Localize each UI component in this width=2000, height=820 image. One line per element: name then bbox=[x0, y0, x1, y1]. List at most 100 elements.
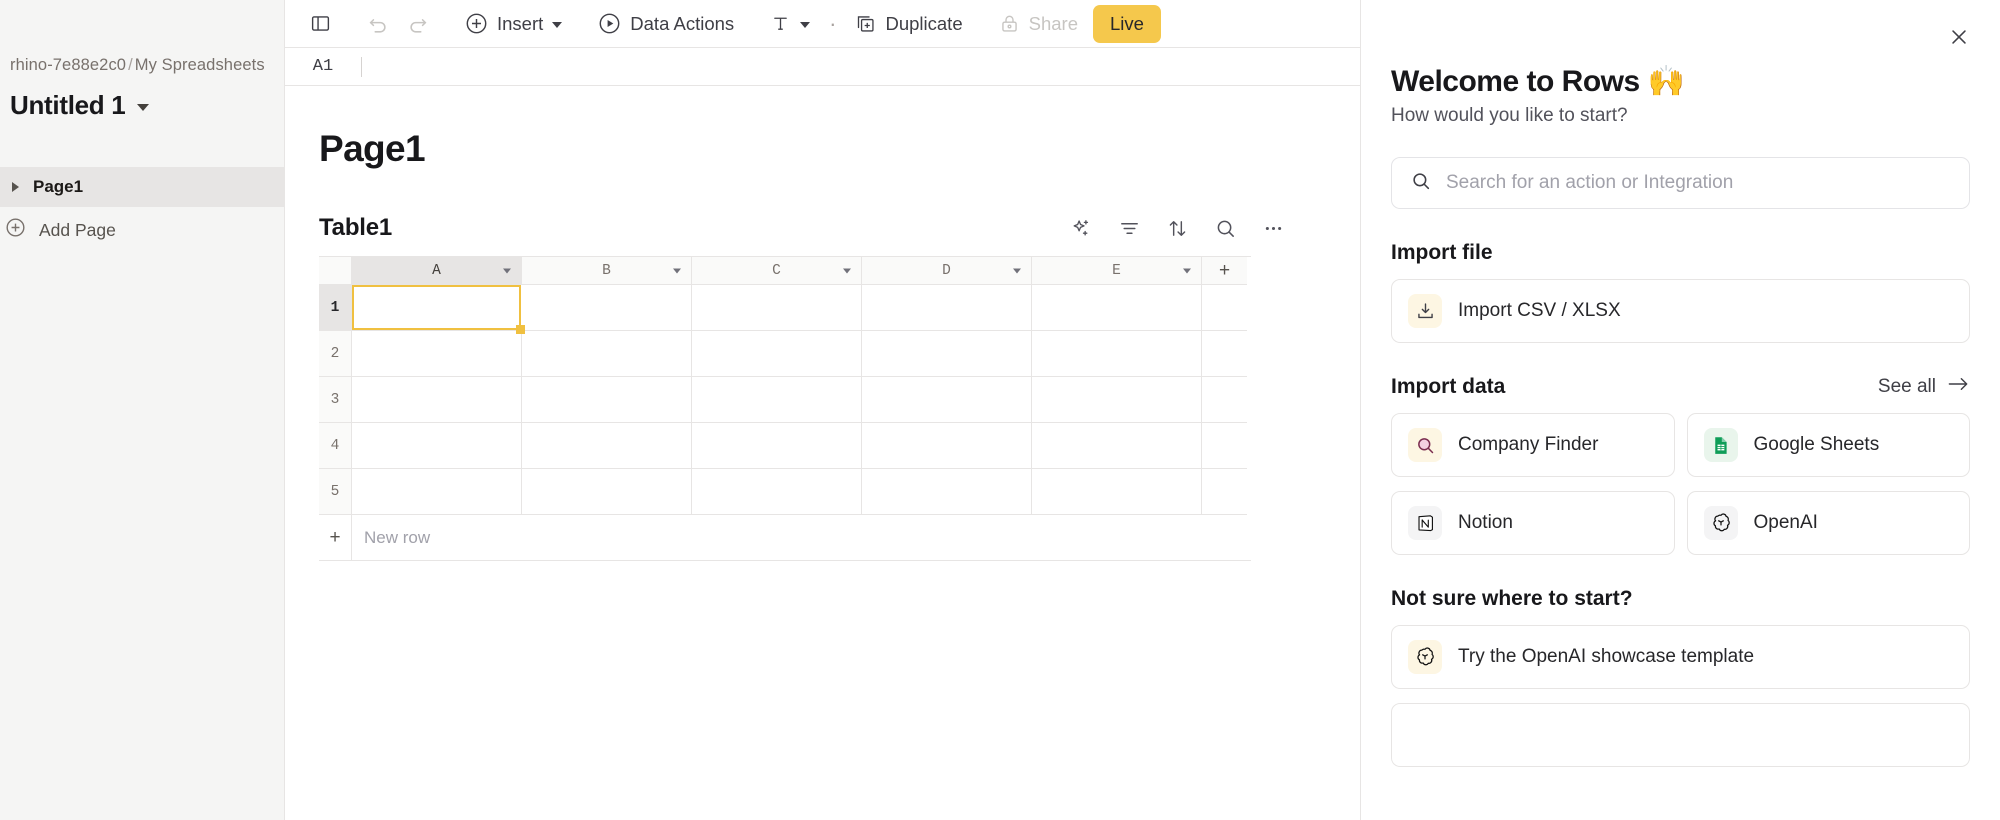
text-format-button[interactable] bbox=[761, 7, 819, 41]
table-row: 5 bbox=[319, 469, 1251, 515]
cell-a5[interactable] bbox=[352, 469, 522, 515]
add-page-label: Add Page bbox=[39, 219, 116, 240]
chevron-down-icon[interactable] bbox=[1013, 268, 1021, 273]
column-header-d[interactable]: D bbox=[862, 257, 1032, 285]
duplicate-button[interactable]: Duplicate bbox=[846, 7, 971, 41]
not-sure-heading: Not sure where to start? bbox=[1391, 587, 1970, 611]
cell-d1[interactable] bbox=[862, 285, 1032, 331]
text-format-icon bbox=[770, 13, 791, 34]
chevron-down-icon[interactable] bbox=[843, 268, 851, 273]
column-header-a[interactable]: A bbox=[352, 257, 522, 285]
undo-arrow-icon bbox=[367, 13, 389, 35]
cell-e4[interactable] bbox=[1032, 423, 1202, 469]
column-header-label: E bbox=[1112, 262, 1121, 279]
cell-d4[interactable] bbox=[862, 423, 1032, 469]
triangle-right-icon[interactable] bbox=[12, 182, 19, 193]
cell-a3[interactable] bbox=[352, 377, 522, 423]
sidebar-toggle-button[interactable] bbox=[301, 7, 340, 41]
chevron-down-icon[interactable] bbox=[137, 104, 150, 112]
see-all-label: See all bbox=[1877, 376, 1936, 397]
ai-sparkle-icon[interactable] bbox=[1068, 215, 1094, 241]
table-row: 1 bbox=[319, 285, 1251, 334]
search-icon[interactable] bbox=[1212, 215, 1238, 241]
cell-e3[interactable] bbox=[1032, 377, 1202, 423]
openai-icon bbox=[1703, 506, 1738, 540]
cell-e1[interactable] bbox=[1032, 285, 1202, 331]
live-button[interactable]: Live bbox=[1093, 4, 1161, 43]
cell-b5[interactable] bbox=[522, 469, 692, 515]
more-options-icon[interactable] bbox=[1260, 215, 1286, 241]
cell-c4[interactable] bbox=[692, 423, 862, 469]
cell-b2[interactable] bbox=[522, 331, 692, 377]
cell-reference[interactable]: A1 bbox=[285, 57, 361, 76]
import-data-row-2: Notion OpenAI bbox=[1391, 477, 1970, 555]
add-page-button[interactable]: Add Page bbox=[0, 207, 284, 253]
table-block: Table1 A B C D E + 1 2 3 4 5 + New row bbox=[285, 214, 1360, 561]
data-actions-button[interactable]: Data Actions bbox=[589, 7, 743, 41]
row-header-1[interactable]: 1 bbox=[319, 285, 352, 331]
row-header-2[interactable]: 2 bbox=[319, 331, 352, 377]
row-header-4[interactable]: 4 bbox=[319, 423, 352, 469]
sort-icon[interactable] bbox=[1164, 215, 1190, 241]
table-toolbar bbox=[1068, 215, 1286, 241]
next-suggestion-card[interactable] bbox=[1391, 703, 1970, 767]
chevron-down-icon[interactable] bbox=[503, 268, 511, 273]
cell-b3[interactable] bbox=[522, 377, 692, 423]
search-input[interactable]: Search for an action or Integration bbox=[1391, 157, 1970, 209]
close-icon[interactable] bbox=[1944, 22, 1974, 52]
plus-icon: + bbox=[1218, 259, 1231, 281]
cell-d5[interactable] bbox=[862, 469, 1032, 515]
fill-handle[interactable] bbox=[516, 325, 525, 334]
redo-button[interactable] bbox=[398, 7, 438, 41]
cell-c5[interactable] bbox=[692, 469, 862, 515]
chevron-down-icon[interactable] bbox=[673, 268, 681, 273]
openai-showcase-template-card[interactable]: Try the OpenAI showcase template bbox=[1391, 625, 1970, 689]
import-csv-xlsx-card[interactable]: Import CSV / XLSX bbox=[1391, 279, 1970, 343]
table-name[interactable]: Table1 bbox=[319, 214, 392, 242]
document-title-row[interactable]: Untitled 1 bbox=[0, 76, 284, 121]
google-sheets-card[interactable]: Google Sheets bbox=[1686, 413, 1970, 477]
cell-d3[interactable] bbox=[862, 377, 1032, 423]
notion-card[interactable]: Notion bbox=[1391, 491, 1675, 555]
cell-d2[interactable] bbox=[862, 331, 1032, 377]
cell-b4[interactable] bbox=[522, 423, 692, 469]
column-header-label: A bbox=[432, 262, 441, 279]
cell-b1[interactable] bbox=[522, 285, 692, 331]
cell-c1[interactable] bbox=[692, 285, 862, 331]
chevron-down-icon[interactable] bbox=[1183, 268, 1191, 273]
filter-icon[interactable] bbox=[1116, 215, 1142, 241]
column-header-label: D bbox=[942, 262, 951, 279]
sidebar-item-page1[interactable]: Page1 bbox=[0, 167, 284, 208]
company-finder-label: Company Finder bbox=[1458, 434, 1599, 455]
column-header-c[interactable]: C bbox=[692, 257, 862, 285]
cell-a2[interactable] bbox=[352, 331, 522, 377]
column-header-b[interactable]: B bbox=[522, 257, 692, 285]
insert-button[interactable]: Insert bbox=[456, 7, 571, 41]
undo-button[interactable] bbox=[358, 7, 398, 41]
row-header-3[interactable]: 3 bbox=[319, 377, 352, 423]
share-button[interactable]: Share bbox=[990, 7, 1087, 41]
cell-a1[interactable] bbox=[352, 285, 525, 334]
chevron-down-icon bbox=[800, 21, 811, 28]
cell-e5[interactable] bbox=[1032, 469, 1202, 515]
add-column-button[interactable]: + bbox=[1202, 257, 1247, 285]
breadcrumb-workspace[interactable]: rhino-7e88e2c0 bbox=[10, 56, 126, 74]
new-row-button[interactable]: + New row bbox=[319, 514, 1251, 561]
breadcrumb-folder[interactable]: My Spreadsheets bbox=[135, 56, 265, 74]
company-finder-card[interactable]: Company Finder bbox=[1391, 413, 1675, 477]
grid-corner[interactable] bbox=[319, 257, 352, 285]
page-heading[interactable]: Page1 bbox=[285, 86, 1360, 170]
column-header-e[interactable]: E bbox=[1032, 257, 1202, 285]
notion-icon bbox=[1408, 506, 1442, 540]
import-file-heading: Import file bbox=[1391, 241, 1970, 265]
cell-c3[interactable] bbox=[692, 377, 862, 423]
cell-c2[interactable] bbox=[692, 331, 862, 377]
cell-e2[interactable] bbox=[1032, 331, 1202, 377]
cell-a4[interactable] bbox=[352, 423, 522, 469]
row-header-5[interactable]: 5 bbox=[319, 469, 352, 515]
new-row-label: New row bbox=[364, 527, 431, 547]
see-all-link[interactable]: See all bbox=[1878, 375, 1970, 399]
left-sidebar: rhino-7e88e2c0/My Spreadsheets Untitled … bbox=[0, 0, 285, 820]
cell-tail-3 bbox=[1202, 377, 1247, 423]
openai-card[interactable]: OpenAI bbox=[1686, 491, 1970, 555]
